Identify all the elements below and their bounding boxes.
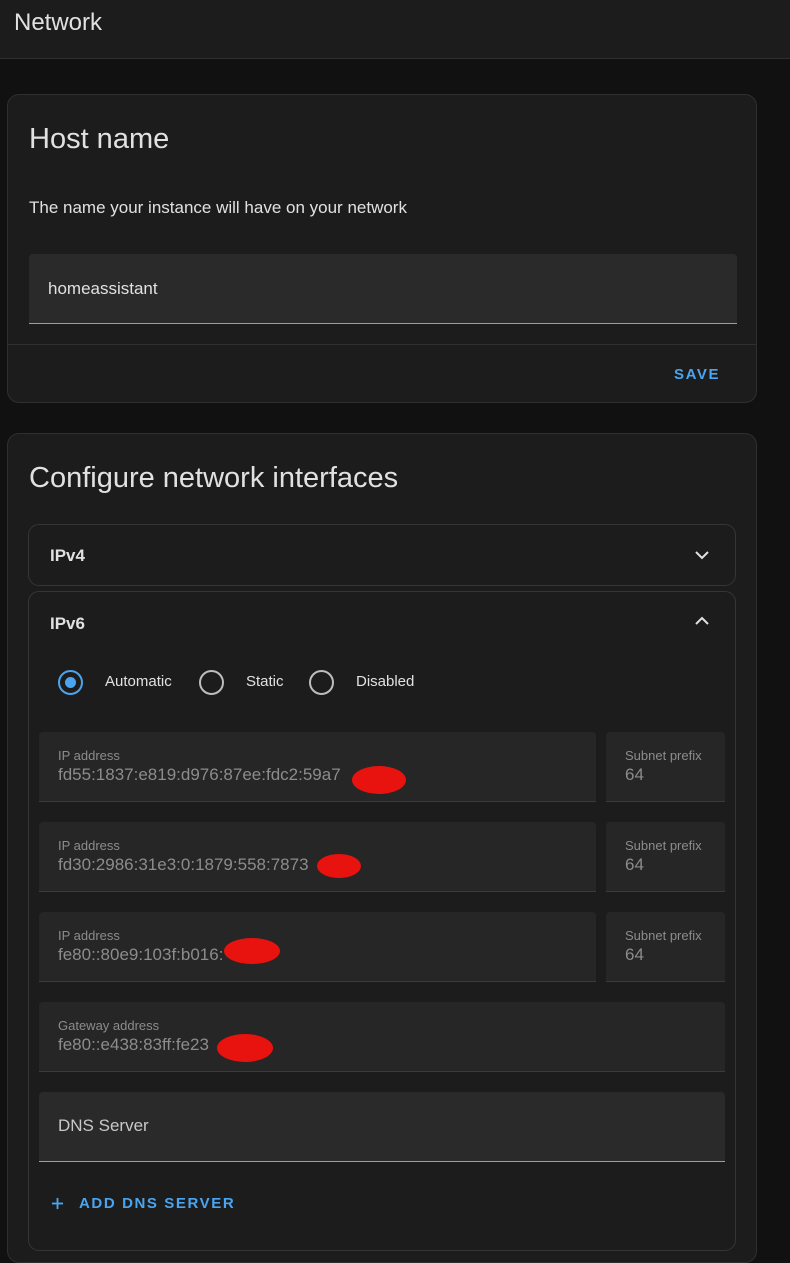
hostname-description: The name your instance will have on your… (29, 198, 407, 217)
subnet-prefix-label: Subnet prefix (625, 928, 702, 943)
save-button[interactable]: SAVE (674, 366, 720, 383)
add-dns-server-label: ADD DNS SERVER (79, 1195, 236, 1212)
subnet-prefix-label: Subnet prefix (625, 838, 702, 853)
subnet-prefix-label: Subnet prefix (625, 748, 702, 763)
top-app-bar: Network (0, 0, 790, 59)
card-actions-divider (8, 344, 756, 345)
radio-automatic-indicator[interactable] (58, 670, 83, 695)
redaction-mark (352, 766, 406, 794)
dns-server-placeholder: DNS Server (58, 1116, 149, 1135)
ip-address-field[interactable]: IP address fd30:2986:31e3:0:1879:558:787… (39, 822, 596, 892)
hostname-card: Host name The name your instance will ha… (7, 94, 757, 403)
ip-address-value: fe80::80e9:103f:b016: (58, 945, 224, 964)
plus-icon (51, 1197, 64, 1210)
subnet-prefix-field[interactable]: Subnet prefix 64 (606, 822, 725, 892)
hostname-card-title: Host name (29, 123, 170, 155)
redaction-mark (217, 1034, 273, 1062)
radio-static-indicator[interactable] (199, 670, 224, 695)
chevron-down-icon[interactable] (695, 548, 709, 562)
redaction-mark (224, 938, 280, 964)
ip-address-field[interactable]: IP address fd55:1837:e819:d976:87ee:fdc2… (39, 732, 596, 802)
ip-address-label: IP address (58, 748, 120, 763)
subnet-prefix-value: 64 (625, 765, 644, 784)
ipv4-panel-title: IPv4 (50, 546, 85, 565)
dns-server-input[interactable]: DNS Server (39, 1092, 725, 1162)
ip-address-field[interactable]: IP address fe80::80e9:103f:b016: (39, 912, 596, 982)
radio-automatic-label[interactable]: Automatic (105, 673, 172, 690)
gateway-address-label: Gateway address (58, 1018, 160, 1033)
network-interfaces-card: Configure network interfaces IPv4 IPv6 A… (7, 433, 757, 1263)
ipv6-panel: IPv6 Automatic Static Disabled IP addres… (28, 591, 736, 1251)
subnet-prefix-value: 64 (625, 945, 644, 964)
ip-address-label: IP address (58, 838, 120, 853)
hostname-input[interactable]: homeassistant (29, 254, 737, 324)
radio-disabled-indicator[interactable] (309, 670, 334, 695)
subnet-prefix-value: 64 (625, 855, 644, 874)
add-dns-server-button[interactable]: ADD DNS SERVER (51, 1195, 235, 1212)
gateway-address-field[interactable]: Gateway address fe80::e438:83ff:fe23 (39, 1002, 725, 1072)
page-title: Network (14, 9, 103, 36)
ip-address-value: fd55:1837:e819:d976:87ee:fdc2:59a7 (58, 765, 341, 784)
subnet-prefix-field[interactable]: Subnet prefix 64 (606, 912, 725, 982)
chevron-up-icon[interactable] (695, 614, 709, 628)
ip-address-value: fd30:2986:31e3:0:1879:558:7873 (58, 855, 309, 874)
gateway-address-value: fe80::e438:83ff:fe23 (58, 1035, 209, 1054)
ipv6-panel-title[interactable]: IPv6 (50, 614, 85, 634)
ipv4-panel[interactable]: IPv4 (28, 524, 736, 586)
radio-disabled-label[interactable]: Disabled (356, 673, 414, 690)
radio-static-label[interactable]: Static (246, 673, 284, 690)
ip-address-label: IP address (58, 928, 120, 943)
hostname-input-value: homeassistant (48, 279, 158, 298)
subnet-prefix-field[interactable]: Subnet prefix 64 (606, 732, 725, 802)
interfaces-card-title: Configure network interfaces (29, 462, 399, 494)
redaction-mark (317, 854, 361, 878)
